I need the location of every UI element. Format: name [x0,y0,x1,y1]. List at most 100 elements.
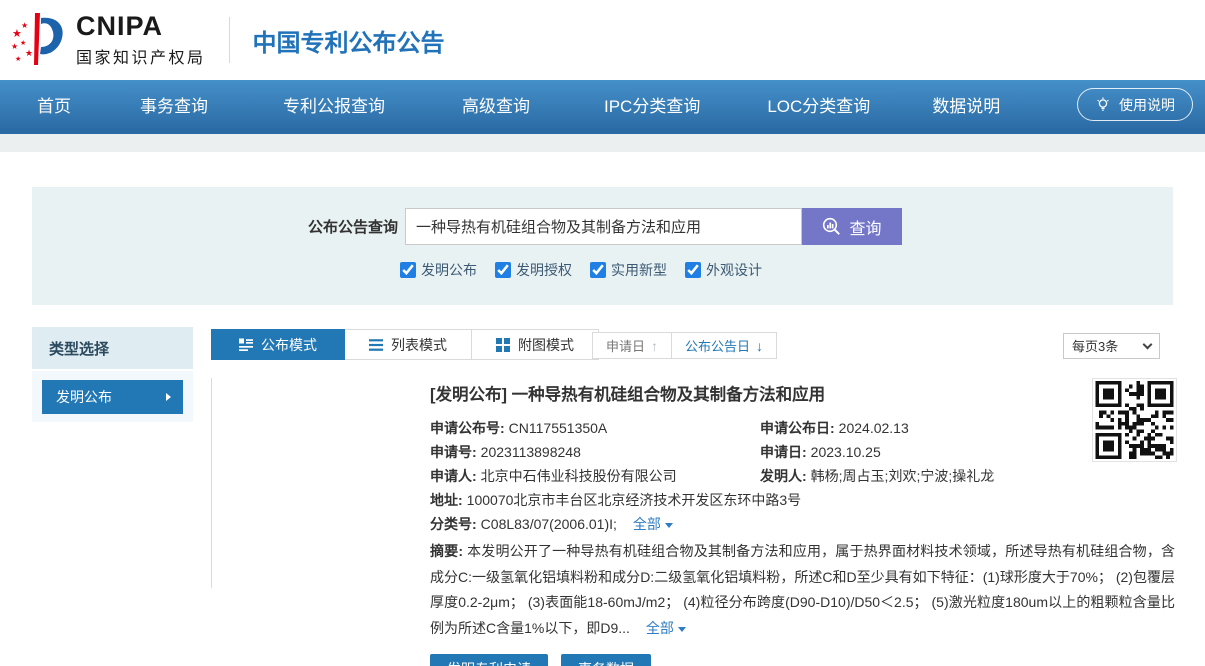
arrow-down-icon: ↓ [756,337,764,354]
field-value: C08L83/07(2006.01)I; [480,516,617,532]
tab-label: 公布模式 [261,336,317,353]
field-value: 2023113898248 [480,444,581,460]
cnipa-logo: ★ ★ ★ ★ ★ ★ CNIPA 国家知识产权局 [10,11,206,69]
field-label: 申请日: [760,444,807,460]
patent-type-tag: [发明公布] [430,386,507,404]
logo-acronym: CNIPA [76,10,164,41]
invention-grant-checkbox[interactable] [495,262,511,278]
svg-text:★: ★ [15,55,21,63]
tab-figure-mode[interactable]: 附图模式 [472,329,599,360]
sidebar-item-label: 发明公布 [56,389,112,405]
query-button[interactable]: 查询 [802,208,902,245]
nav-item-transaction-query[interactable]: 事务查询 [140,92,208,117]
checkbox-label: 实用新型 [611,262,667,278]
transaction-data-button[interactable]: 事务数据 [561,654,651,666]
field-value: 2023.10.25 [810,444,881,460]
field-label: 申请人: [430,468,477,484]
field-value: 100070北京市丰台区北京经济技术开发区东环中路3号 [466,492,802,508]
nav-item-home[interactable]: 首页 [37,92,71,117]
utility-model-checkbox[interactable] [590,262,606,278]
checkbox-label: 外观设计 [706,262,762,278]
patent-abstract: 摘要: 本发明公开了一种导热有机硅组合物及其制备方法和应用，属于热界面材料技术领域… [430,539,1175,641]
checkbox-invention-grant[interactable]: 发明授权 [495,260,572,280]
checkbox-design[interactable]: 外观设计 [685,260,762,280]
field-label: 分类号: [430,516,477,532]
arrow-up-icon: ↑ [651,337,659,354]
tab-label: 附图模式 [518,336,574,353]
search-panel: 公布公告查询 查询 发明公布 发明授权 实用新型 外观 [32,187,1173,305]
query-button-label: 查询 [849,220,882,238]
field-publication-number: 申请公布号: CN117551350A [430,416,760,440]
field-value: 北京中石伟业科技股份有限公司 [480,468,677,484]
field-inventors: 发明人: 韩杨;周占玉;刘欢;宁波;操礼龙 [760,464,1175,488]
tab-publication-mode[interactable]: 公布模式 [211,329,345,360]
logo-org-name: 国家知识产权局 [76,49,206,67]
card-actions: 发明专利申请 事务数据 [430,654,1175,666]
checkbox-label: 发明公布 [421,262,477,278]
classification-more-link[interactable]: 全部 [633,516,673,532]
page-header: ★ ★ ★ ★ ★ ★ CNIPA 国家知识产权局 中国专利公布公告 [0,0,1205,80]
invention-publication-checkbox[interactable] [400,262,416,278]
usage-help-button[interactable]: 使用说明 [1077,88,1193,121]
search-label: 公布公告查询 [307,219,398,236]
abstract-text: 本发明公开了一种导热有机硅组合物及其制备方法和应用，属于热界面材料技术领域，所述… [430,543,1175,636]
more-link-label: 全部 [632,516,661,532]
svg-text:★: ★ [21,21,28,30]
nav-item-loc-query[interactable]: LOC分类查询 [767,92,870,117]
chevron-right-icon [166,393,171,401]
nav-item-gazette-query[interactable]: 专利公报查询 [283,92,385,117]
sidebar-title: 类型选择 [32,327,193,371]
sort-by-publication-date[interactable]: 公布公告日 ↓ [671,333,776,358]
page-size-select[interactable]: 每页3条 [1063,333,1160,359]
tab-list-mode[interactable]: 列表模式 [345,329,472,360]
publication-mode-icon [239,338,253,351]
patent-fields: 申请公布号: CN117551350A 申请公布日: 2024.02.13 申请号:… [430,416,1175,536]
triangle-down-icon [664,523,673,528]
cnipa-logo-icon: ★ ★ ★ ★ ★ ★ [11,13,63,65]
view-mode-tabs: 公布模式 列表模式 附图模式 [211,329,599,360]
nav-item-data-description[interactable]: 数据说明 [932,92,1000,117]
field-application-number: 申请号: 2023113898248 [430,440,760,464]
usage-help-label: 使用说明 [1119,96,1175,113]
patent-title: [发明公布] 一种导热有机硅组合物及其制备方法和应用 [430,381,1175,405]
sort-label: 申请日 [606,339,646,354]
field-value: CN117551350A [508,420,608,436]
field-label: 申请公布日: [760,420,835,436]
field-label: 发明人: [760,468,807,484]
abstract-more-link[interactable]: 全部 [646,620,686,636]
page-size-select-wrap: 每页3条 [1063,333,1160,359]
search-chart-icon [823,217,841,235]
more-link-label: 全部 [645,619,674,636]
sort-controls: 申请日 ↑ 公布公告日 ↓ [592,332,778,359]
field-label: 申请号: [430,444,477,460]
tab-label: 列表模式 [391,336,447,353]
nav-item-ipc-query[interactable]: IPC分类查询 [604,92,700,117]
sidebar-item-invention-publication[interactable]: 发明公布 [42,380,183,414]
qr-code-image [1092,378,1177,462]
search-input[interactable] [405,208,802,245]
field-classification: 分类号: C08L83/07(2006.01)I; 全部 [430,512,1175,536]
svg-text:★: ★ [25,48,33,58]
main-nav: 首页 事务查询 专利公报查询 高级查询 IPC分类查询 LOC分类查询 数据说明… [0,80,1205,134]
nav-item-advanced-query[interactable]: 高级查询 [462,92,530,117]
list-mode-icon [369,338,383,351]
field-value: 2024.02.13 [838,420,909,436]
field-value: 韩杨;周占玉;刘欢;宁波;操礼龙 [810,468,995,484]
lightbulb-icon [1097,96,1109,111]
patent-title-text: 一种导热有机硅组合物及其制备方法和应用 [511,386,826,404]
sort-label: 公布公告日 [685,339,751,354]
result-left-rule [211,378,212,588]
triangle-down-icon [677,626,686,632]
field-address: 地址: 100070北京市丰台区北京经济技术开发区东环中路3号 [430,488,1175,512]
checkbox-invention-publication[interactable]: 发明公布 [400,260,477,280]
field-label: 地址: [430,492,463,508]
header-strip [0,134,1205,152]
design-checkbox[interactable] [685,262,701,278]
invention-application-button[interactable]: 发明专利申请 [430,654,548,666]
field-applicant: 申请人: 北京中石伟业科技股份有限公司 [430,464,760,488]
checkbox-label: 发明授权 [516,262,572,278]
sort-by-application-date[interactable]: 申请日 ↑ [593,333,671,358]
svg-text:★: ★ [20,39,26,47]
patent-result-card: [发明公布] 一种导热有机硅组合物及其制备方法和应用 申请公布号: CN11755… [211,368,1177,666]
checkbox-utility-model[interactable]: 实用新型 [590,260,667,280]
